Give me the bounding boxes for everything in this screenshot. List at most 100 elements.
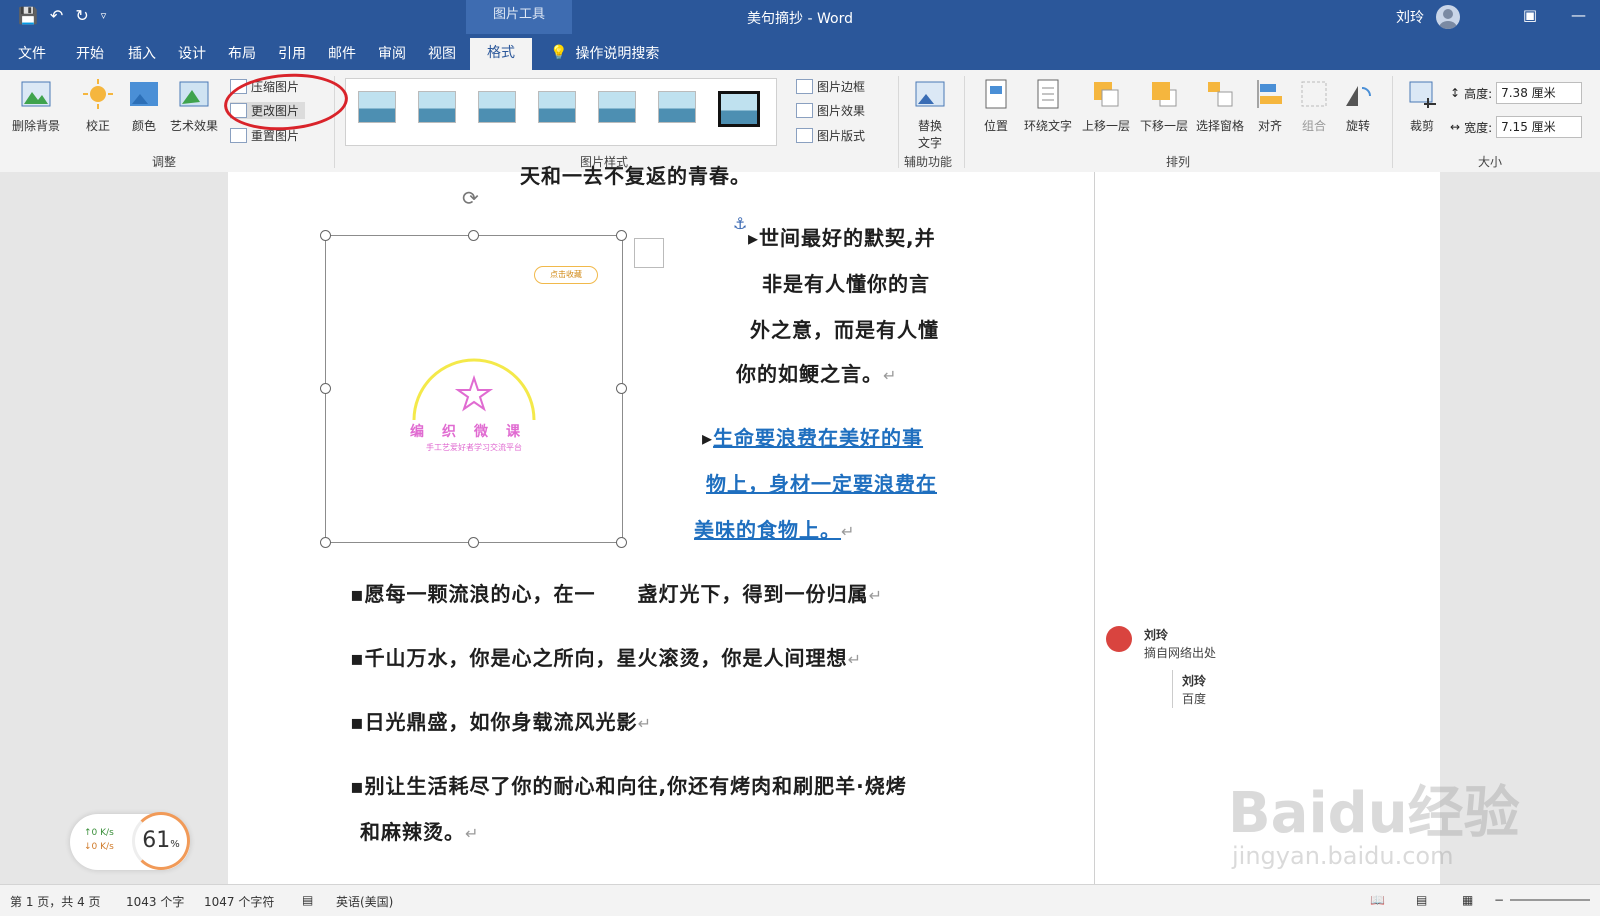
ribbon-display-icon[interactable]: ▣ [1523,6,1537,24]
resize-handle[interactable] [616,230,627,241]
tab-format[interactable]: 格式 [470,38,532,70]
tab-view[interactable]: 视图 [428,43,456,63]
comment-text[interactable]: 摘自网络出处 [1144,644,1216,661]
resize-handle[interactable] [320,383,331,394]
color-button[interactable]: 颜色 [122,78,166,134]
picture-effects-icon [796,103,813,118]
tab-mailings[interactable]: 邮件 [328,43,356,63]
tab-home[interactable]: 开始 [76,43,104,63]
group-divider [964,76,965,168]
style-thumbnail[interactable] [418,91,456,123]
tell-me-label[interactable]: 操作说明搜索 [575,43,659,63]
style-thumbnail[interactable] [478,91,516,123]
style-thumbnail[interactable] [538,91,576,123]
bring-forward-label: 上移一层 [1081,119,1130,133]
alt-text-button[interactable]: 替换 文字 [904,78,956,151]
send-backward-button[interactable]: 下移一层 [1134,78,1194,134]
bring-forward-button[interactable]: 上移一层 [1076,78,1136,134]
tab-review[interactable]: 审阅 [378,43,406,63]
align-icon [1257,80,1282,108]
wrap-text-icon [1037,79,1059,109]
color-label: 颜色 [131,119,156,133]
corrections-button[interactable]: 校正 [76,78,120,134]
upload-speed: ↑0 K/s [84,828,114,838]
style-thumbnail[interactable] [358,91,396,123]
tab-design[interactable]: 设计 [178,43,206,63]
height-input[interactable]: 7.38 厘米 [1496,82,1583,104]
picture-border-icon [796,79,813,94]
document-title: 美句摘抄 - Word [747,11,853,27]
save-icon[interactable]: 💾 [18,6,38,26]
width-input[interactable]: 7.15 厘米 [1496,116,1583,138]
minimize-icon[interactable]: — [1571,6,1586,24]
quote2-line1[interactable]: ▸生命要浪费在美好的事 [702,422,923,451]
print-layout-icon[interactable]: ▤ [1416,893,1427,907]
memory-percent-ring[interactable]: 61% [132,812,190,870]
align-button[interactable]: 对齐 [1250,78,1290,134]
crop-button[interactable]: 裁剪 [1402,78,1442,134]
group-objects-button[interactable]: 组合 [1294,78,1334,134]
language-indicator[interactable]: 英语(美国) [336,893,393,910]
read-mode-icon[interactable]: 📖 [1370,893,1385,907]
undo-icon[interactable]: ↶ [50,6,63,26]
resize-handle[interactable] [320,230,331,241]
tell-me-search[interactable]: 💡 操作说明搜索 [550,43,659,63]
selected-image[interactable]: 点击收藏 编织微课 手工艺爱好者学习交流平台 [325,235,623,543]
corrections-label: 校正 [85,119,110,133]
style-thumbnail-selected[interactable] [718,91,760,127]
reply-text[interactable]: 百度 [1182,690,1206,707]
resize-handle[interactable] [468,537,479,548]
height-field: ↕ 高度: 7.38 厘米 [1450,82,1583,104]
picture-border-button[interactable]: 图片边框 [796,78,865,95]
tab-references[interactable]: 引用 [278,43,306,63]
user-name[interactable]: 刘玲 [1396,7,1424,27]
quote1-line1: ▸世间最好的默契,并 [748,226,936,250]
account-area[interactable]: 刘玲 [1396,5,1460,29]
user-avatar-icon[interactable] [1436,5,1460,29]
redo-icon[interactable]: ↻ [75,6,88,26]
zoom-out-icon[interactable]: − [1494,893,1504,907]
resize-handle[interactable] [616,383,627,394]
position-button[interactable]: 位置 [972,78,1020,134]
tab-insert[interactable]: 插入 [128,43,156,63]
rotate-button[interactable]: 旋转 [1338,78,1378,134]
wrap-text-label: 环绕文字 [1023,119,1072,133]
web-layout-icon[interactable]: ▦ [1462,893,1473,907]
picture-layout-button[interactable]: 图片版式 [796,127,865,144]
adjust-group-label: 调整 [152,155,177,169]
style-thumbnail[interactable] [658,91,696,123]
layout-options-icon[interactable] [634,238,664,268]
reply-line [1172,670,1173,708]
comment-avatar-icon [1106,626,1132,652]
word-count[interactable]: 1043 个字 [126,893,184,910]
comment-pane-divider [1094,172,1095,884]
resize-handle[interactable] [616,537,627,548]
accessibility-group-label: 辅助功能 [904,155,953,169]
char-count[interactable]: 1047 个字符 [204,893,274,910]
network-speed-widget[interactable]: ↑0 K/s ↓0 K/s 61% [70,812,190,870]
color-icon [130,82,158,106]
tab-file[interactable]: 文件 [18,43,46,63]
remove-background-button[interactable]: 删除背景 [6,78,66,134]
artistic-effects-button[interactable]: 艺术效果 [166,78,222,134]
quote2-line2[interactable]: 物上，身材一定要浪费在 [706,468,937,497]
resize-handle[interactable] [320,537,331,548]
picture-effects-button[interactable]: 图片效果 [796,102,865,119]
selection-pane-button[interactable]: 选择窗格 [1192,78,1248,134]
proofing-icon[interactable]: ▤ [302,893,313,907]
picture-styles-gallery[interactable] [345,78,777,146]
resize-handle[interactable] [468,230,479,241]
page-indicator[interactable]: 第 1 页，共 4 页 [10,893,101,910]
customize-icon[interactable]: ▿ [101,6,107,26]
zoom-slider[interactable] [1510,899,1590,901]
rotate-handle-icon[interactable]: ⟳ [462,186,479,210]
rotate-icon [1346,86,1371,106]
quote2-line3[interactable]: 美味的食物上。↵ [694,514,855,543]
alt-text-label-2: 文字 [917,136,942,150]
group-icon [1301,81,1327,107]
comment-author: 刘玲 [1144,628,1169,642]
style-thumbnail[interactable] [598,91,636,123]
artistic-effects-label: 艺术效果 [169,119,218,133]
tab-layout[interactable]: 布局 [228,43,256,63]
wrap-text-button[interactable]: 环绕文字 [1018,78,1078,134]
